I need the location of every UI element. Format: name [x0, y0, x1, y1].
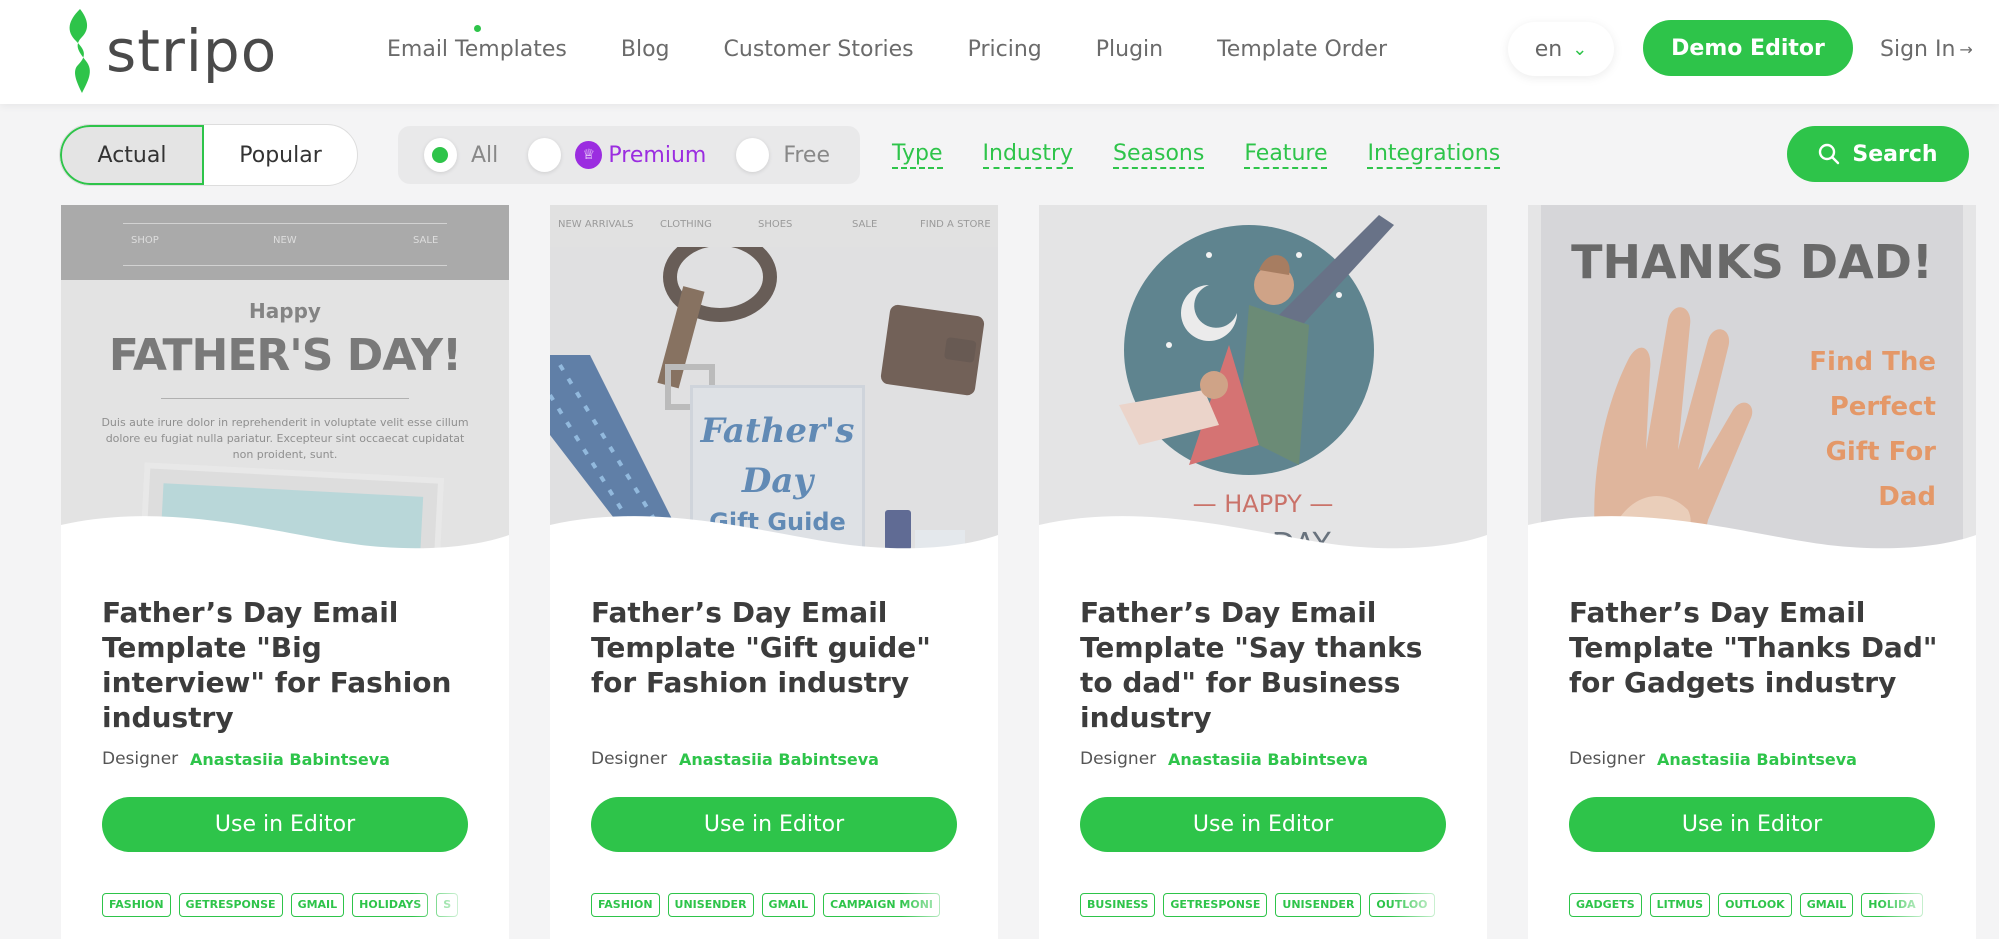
tags-fade: [412, 893, 472, 921]
designer-name[interactable]: Anastasiia Babintseva: [190, 750, 390, 769]
tag[interactable]: GETRESPONSE: [178, 893, 283, 917]
sign-in-label: Sign In: [1880, 36, 1956, 62]
card-title[interactable]: Father’s Day Email Template "Gift guide"…: [591, 595, 971, 700]
tag[interactable]: BUSINESS: [1080, 893, 1156, 917]
search-icon: [1819, 143, 1840, 165]
template-card[interactable]: SHOP NEW SALE Happy FATHER'S DAY! Duis a…: [61, 205, 509, 939]
nav-template-order[interactable]: Template Order: [1217, 37, 1387, 62]
radio-all-label: All: [470, 142, 499, 168]
tags-fade: [1879, 893, 1939, 921]
search-label: Search: [1852, 141, 1938, 167]
designer-name[interactable]: Anastasiia Babintseva: [1657, 750, 1857, 769]
designer-label: Designer: [102, 749, 179, 769]
sort-actual-button[interactable]: Actual: [60, 125, 204, 185]
tag[interactable]: GMAIL: [1799, 893, 1854, 917]
wave-divider: [61, 516, 509, 575]
designer-label: Designer: [591, 749, 668, 769]
designer-name[interactable]: Anastasiia Babintseva: [679, 750, 879, 769]
radio-all[interactable]: [424, 138, 457, 172]
tag[interactable]: UNISENDER: [667, 893, 754, 917]
active-dot: [474, 24, 481, 32]
designer-label: Designer: [1080, 749, 1157, 769]
tag[interactable]: FASHION: [591, 893, 660, 917]
tag[interactable]: GMAIL: [761, 893, 816, 917]
designer-name[interactable]: Anastasiia Babintseva: [1168, 750, 1368, 769]
tag-list: GADGETS LITMUS OUTLOOK GMAIL HOLIDA: [1569, 893, 1939, 921]
radio-selected-dot: [432, 147, 449, 163]
chevron-down-icon: ⌄: [1572, 38, 1588, 60]
search-button[interactable]: Search: [1787, 126, 1969, 182]
nav-email-templates[interactable]: Email Templates: [387, 24, 567, 62]
nav-pricing[interactable]: Pricing: [968, 37, 1042, 62]
tag-list: BUSINESS GETRESPONSE UNISENDER OUTLOO: [1080, 893, 1450, 921]
nav-plugin[interactable]: Plugin: [1096, 37, 1163, 62]
tag-list: FASHION UNISENDER GMAIL CAMPAIGN MONI: [591, 893, 961, 921]
tags-fade: [1390, 893, 1450, 921]
filter-type[interactable]: Type: [892, 141, 943, 169]
template-card[interactable]: — HAPPY — ER'S DAY Father’s Day Email Te…: [1039, 205, 1487, 939]
template-card[interactable]: THANKS DAD! Find The Perfect Gift For Da…: [1528, 205, 1976, 939]
card-title[interactable]: Father’s Day Email Template "Thanks Dad"…: [1569, 595, 1949, 700]
pricing-filter: All ♕ Premium Free: [398, 126, 860, 184]
logo-text: stripo: [106, 17, 278, 85]
tag[interactable]: LITMUS: [1649, 893, 1711, 917]
radio-premium[interactable]: [528, 138, 562, 172]
use-in-editor-button[interactable]: Use in Editor: [1080, 797, 1446, 852]
radio-premium-label: Premium: [608, 142, 707, 168]
filter-integrations[interactable]: Integrations: [1367, 141, 1501, 169]
crown-icon: ♕: [575, 141, 603, 169]
demo-editor-button[interactable]: Demo Editor: [1643, 20, 1853, 76]
filter-links: Type Industry Seasons Feature Integratio…: [892, 126, 1540, 184]
tag[interactable]: GMAIL: [290, 893, 345, 917]
nav-blog[interactable]: Blog: [621, 37, 670, 62]
filter-industry[interactable]: Industry: [982, 141, 1074, 169]
card-title[interactable]: Father’s Day Email Template "Big intervi…: [102, 595, 482, 735]
template-card[interactable]: NEW ARRIVALS CLOTHING SHOES SALE FIND A …: [550, 205, 998, 939]
nav-customer-stories[interactable]: Customer Stories: [724, 37, 914, 62]
designer-label: Designer: [1569, 749, 1646, 769]
radio-free[interactable]: [736, 138, 770, 172]
filter-feature[interactable]: Feature: [1244, 141, 1328, 169]
tag[interactable]: GADGETS: [1569, 893, 1642, 917]
tag[interactable]: OUTLOOK: [1718, 893, 1792, 917]
main-nav: Email Templates Blog Customer Stories Pr…: [387, 0, 1441, 98]
card-title[interactable]: Father’s Day Email Template "Say thanks …: [1080, 595, 1460, 735]
sign-in-link[interactable]: Sign In →: [1880, 0, 1973, 98]
wave-divider: [550, 516, 998, 575]
tag-list: FASHION GETRESPONSE GMAIL HOLIDAYS S: [102, 893, 472, 921]
nav-label: Email Templates: [387, 36, 567, 62]
filter-seasons[interactable]: Seasons: [1113, 141, 1205, 169]
use-in-editor-button[interactable]: Use in Editor: [1569, 797, 1935, 852]
tag[interactable]: FASHION: [102, 893, 171, 917]
wave-divider: [1039, 516, 1487, 575]
tags-fade: [901, 893, 961, 921]
top-header: stripo Email Templates Blog Customer Sto…: [0, 0, 1999, 104]
wave-divider: [1528, 516, 1976, 575]
arrow-right-icon: →: [1959, 39, 1973, 59]
language-selector[interactable]: en ⌄: [1508, 22, 1614, 76]
sort-toggle: Actual Popular: [59, 124, 358, 186]
language-value: en: [1534, 36, 1563, 62]
stripo-logo[interactable]: stripo: [58, 6, 277, 96]
tag[interactable]: GETRESPONSE: [1163, 893, 1268, 917]
sort-popular-button[interactable]: Popular: [204, 125, 357, 185]
tag[interactable]: UNISENDER: [1275, 893, 1362, 917]
radio-free-label: Free: [783, 142, 830, 168]
use-in-editor-button[interactable]: Use in Editor: [102, 797, 468, 852]
use-in-editor-button[interactable]: Use in Editor: [591, 797, 957, 852]
stripo-logo-icon: [69, 9, 90, 93]
